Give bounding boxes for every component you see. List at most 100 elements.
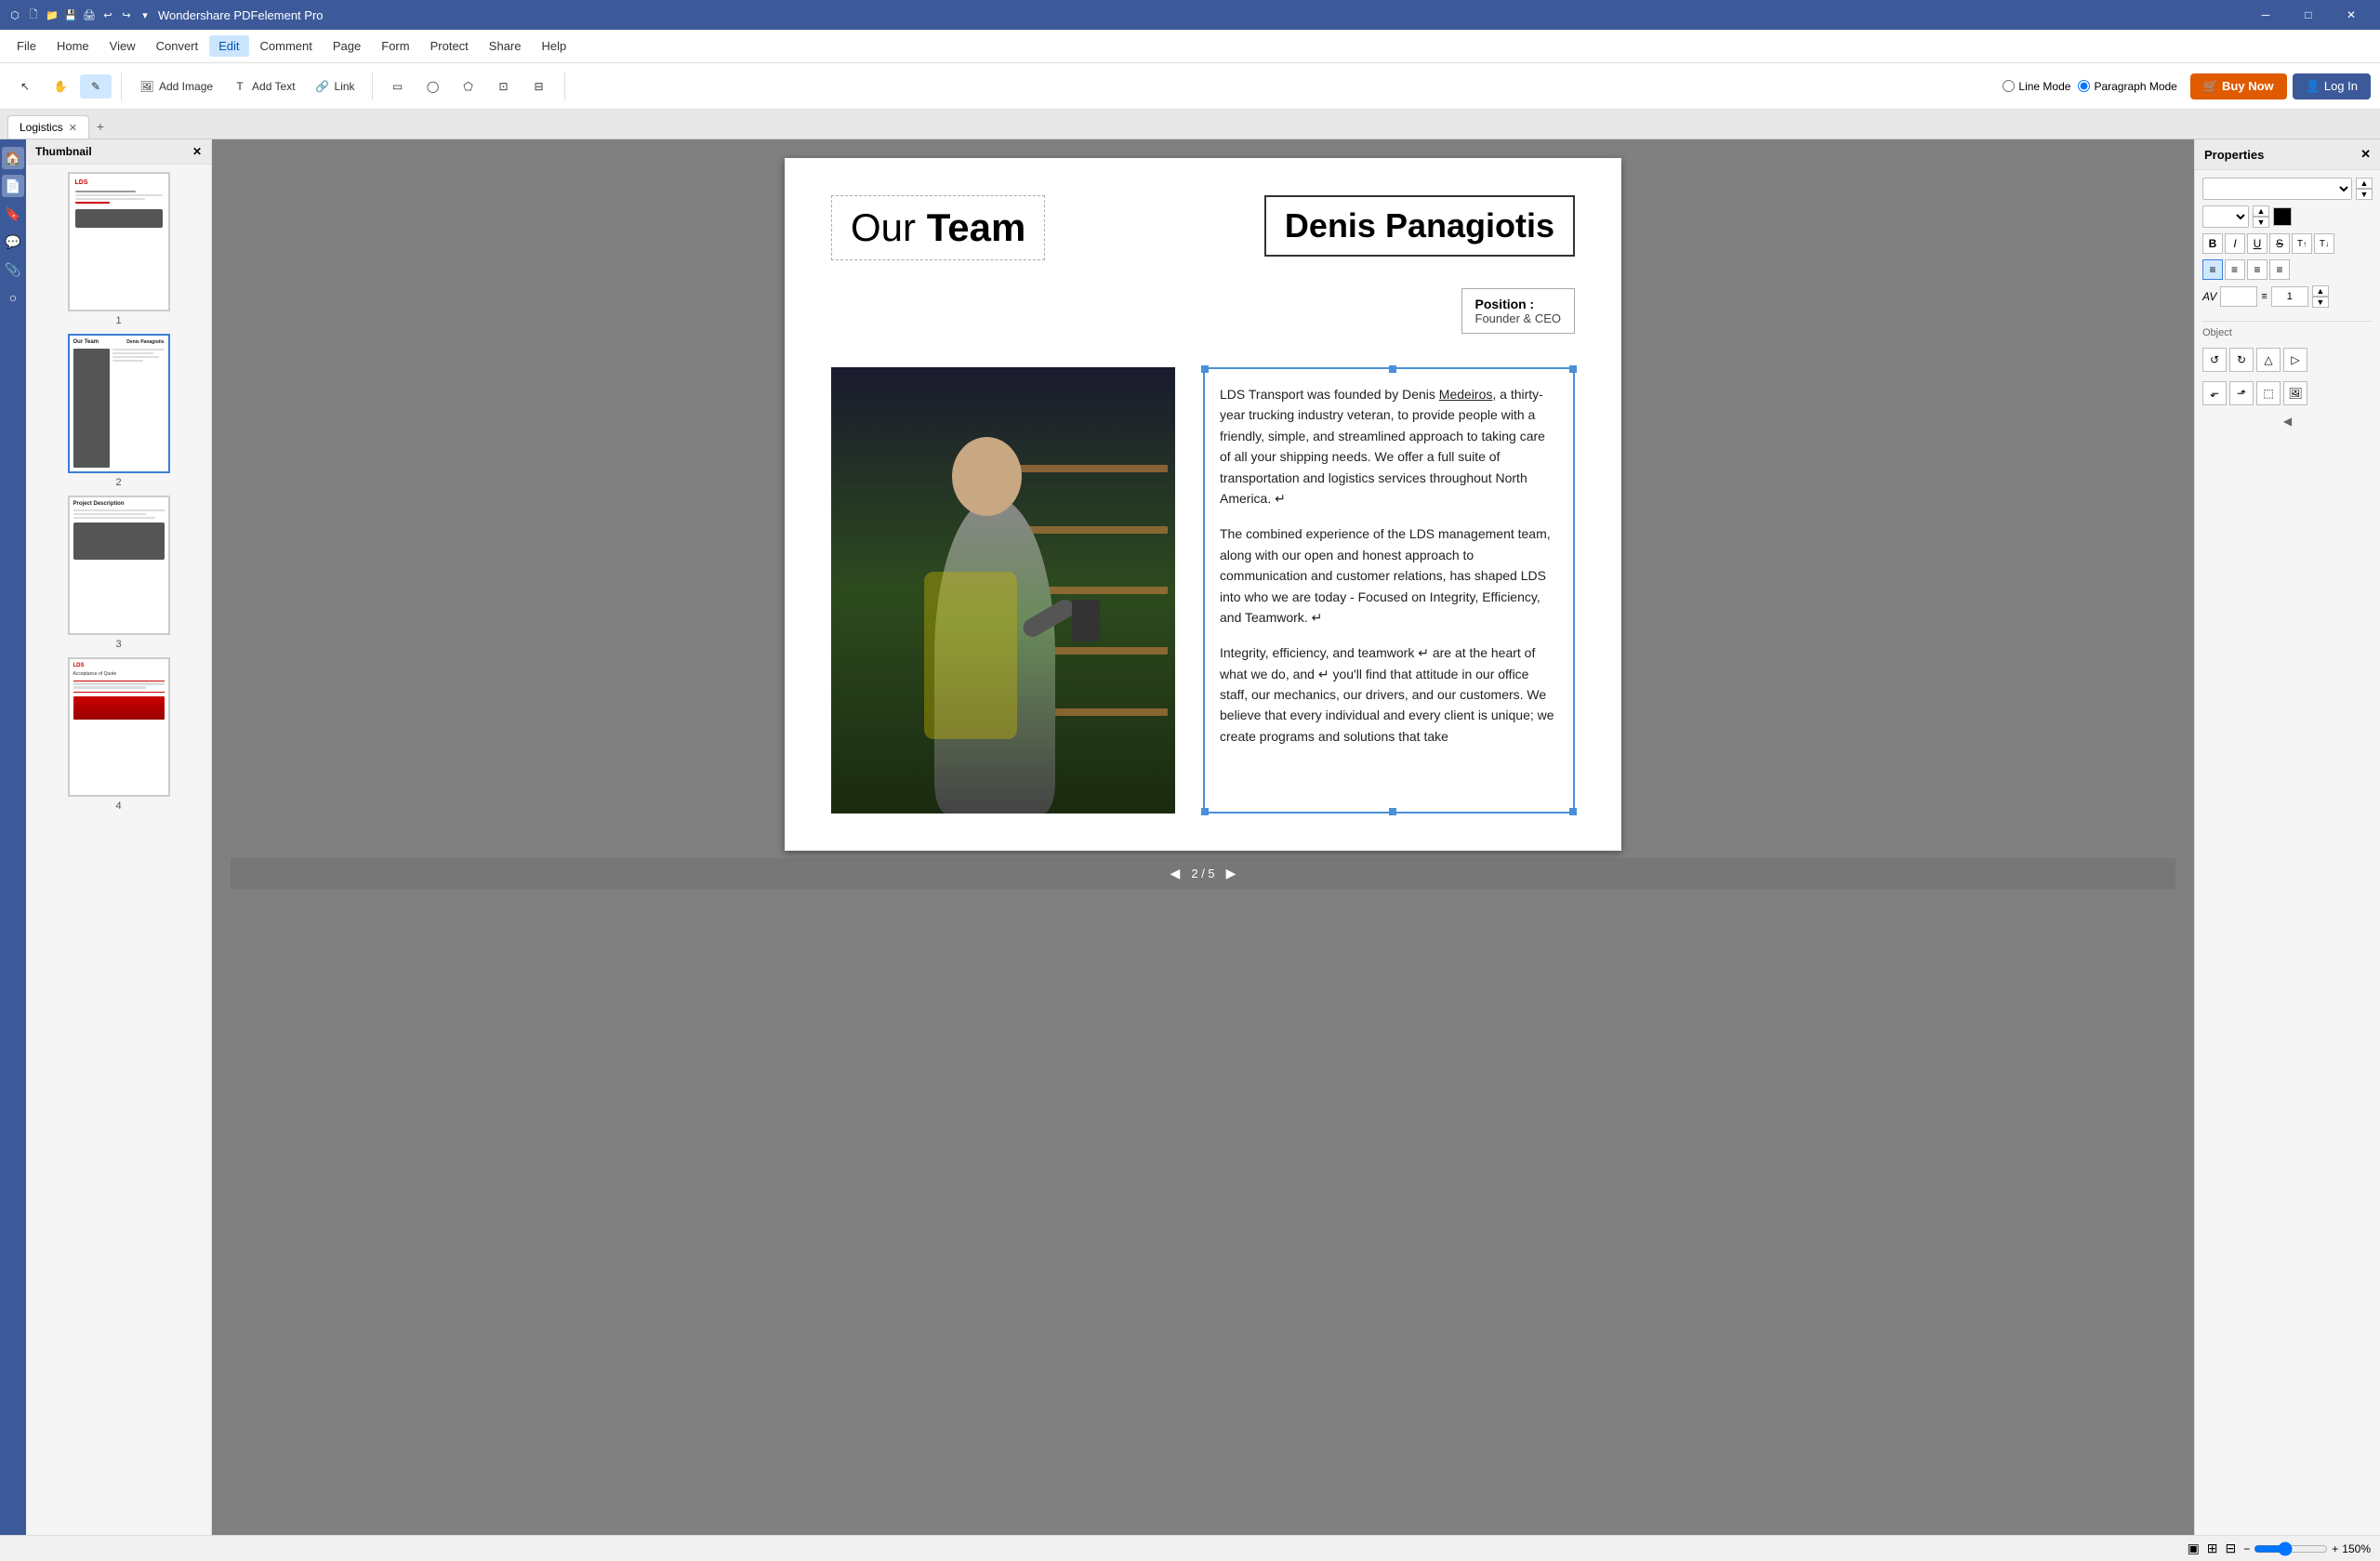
flip-v-button[interactable]: △ — [2256, 348, 2281, 372]
align-justify-button[interactable]: ≡ — [2269, 259, 2290, 280]
minimize-button[interactable]: ─ — [2244, 0, 2287, 30]
tab-close-icon[interactable]: ✕ — [69, 122, 77, 134]
font-down-button[interactable]: ▼ — [2356, 189, 2373, 200]
comment-sidebar-icon[interactable]: 💬 — [2, 231, 24, 253]
close-button[interactable]: ✕ — [2330, 0, 2373, 30]
menu-help[interactable]: Help — [533, 35, 576, 57]
menu-file[interactable]: File — [7, 35, 46, 57]
zoom-in-icon[interactable]: + — [2332, 1542, 2338, 1555]
dropdown-icon[interactable]: ▾ — [138, 7, 152, 22]
single-page-view-icon[interactable]: ▣ — [2188, 1541, 2200, 1556]
font-size-down-button[interactable]: ▼ — [2253, 217, 2269, 228]
align-center-button[interactable]: ≡ — [2225, 259, 2245, 280]
flip-h-button[interactable]: ▷ — [2283, 348, 2307, 372]
menu-home[interactable]: Home — [47, 35, 99, 57]
page-sidebar-icon[interactable]: 📄 — [2, 175, 24, 197]
thumbnail-page-2[interactable]: Our Team Denis Panagiotis — [33, 334, 204, 488]
menu-share[interactable]: Share — [480, 35, 531, 57]
add-tab-button[interactable]: + — [89, 114, 112, 139]
position-box[interactable]: Position : Founder & CEO — [1461, 288, 1576, 334]
add-image-button[interactable]: 🖼 Add Image — [131, 74, 220, 99]
align-right-button[interactable]: ≡ — [2247, 259, 2268, 280]
hand-tool-button[interactable]: ✋ — [45, 74, 76, 99]
pdf-text-box[interactable]: LDS Transport was founded by Denis Medei… — [1203, 367, 1575, 814]
image-replace-button[interactable]: 🖼 — [2283, 381, 2307, 405]
crop-button[interactable]: ⬚ — [2256, 381, 2281, 405]
line-mode-radio[interactable]: Line Mode — [2003, 80, 2070, 93]
paragraph-mode-input[interactable] — [2078, 80, 2090, 92]
our-team-box[interactable]: Our Our Team Team — [831, 195, 1045, 260]
superscript-button[interactable]: T↑ — [2292, 233, 2312, 254]
line-spacing-down[interactable]: ▼ — [2312, 297, 2329, 308]
attachment-sidebar-icon[interactable]: 📎 — [2, 258, 24, 281]
rect-tool-button[interactable]: ▭ — [382, 74, 414, 99]
bold-button[interactable]: B — [2202, 233, 2223, 254]
line-spacing-up[interactable]: ▲ — [2312, 285, 2329, 297]
rotate-ccw-button[interactable]: ↺ — [2202, 348, 2227, 372]
properties-content: ▲ ▼ ▲ ▼ B I U S T↑ — [2195, 170, 2380, 435]
tab-logistics[interactable]: Logistics ✕ — [7, 115, 89, 139]
double-page-view-icon[interactable]: ⊞ — [2207, 1541, 2218, 1556]
ellipse-tool-button[interactable]: ◯ — [417, 74, 449, 99]
poly-tool-button[interactable]: ⬠ — [453, 74, 484, 99]
header-tool-button[interactable]: ⊡ — [488, 74, 520, 99]
italic-button[interactable]: I — [2225, 233, 2245, 254]
folder-open-icon[interactable]: 📁 — [45, 7, 60, 22]
line-mode-input[interactable] — [2003, 80, 2015, 92]
home-sidebar-icon[interactable]: 🏠 — [2, 147, 24, 169]
thumbnail-close-icon[interactable]: ✕ — [192, 145, 202, 158]
align-bottom-left-button[interactable]: ⬐ — [2202, 381, 2227, 405]
select-tool-button[interactable]: ↖ — [9, 74, 41, 99]
log-in-button[interactable]: 👤 Log In — [2293, 73, 2371, 99]
edit-text-button[interactable]: ✎ — [80, 74, 112, 99]
menu-view[interactable]: View — [100, 35, 145, 57]
buy-now-button[interactable]: 🛒 Buy Now — [2190, 73, 2287, 99]
underline-button[interactable]: U — [2247, 233, 2268, 254]
subscript-button[interactable]: T↓ — [2314, 233, 2334, 254]
file-new-icon[interactable]: 🗋 — [26, 7, 41, 22]
properties-close-icon[interactable]: ✕ — [2360, 147, 2371, 162]
font-up-button[interactable]: ▲ — [2356, 178, 2373, 189]
undo-icon[interactable]: ↩ — [100, 7, 115, 22]
thumbnail-page-1[interactable]: LDS 1 — [33, 172, 204, 326]
font-size-up-button[interactable]: ▲ — [2253, 205, 2269, 217]
char-spacing-input[interactable] — [2220, 286, 2257, 307]
menu-protect[interactable]: Protect — [421, 35, 478, 57]
title-bar-left: ⬡ 🗋 📁 💾 🖨 ↩ ↪ ▾ Wondershare PDFelement P… — [7, 7, 324, 22]
rotate-cw-button[interactable]: ↻ — [2229, 348, 2254, 372]
print-icon[interactable]: 🖨 — [82, 7, 97, 22]
paragraph-mode-radio[interactable]: Paragraph Mode — [2078, 80, 2176, 93]
align-bottom-right-button[interactable]: ⬏ — [2229, 381, 2254, 405]
thumbnail-page-4[interactable]: LDS Acceptance of Quote 4 — [33, 657, 204, 812]
thumbnail-page-3[interactable]: Project Description 3 — [33, 496, 204, 650]
zoom-out-icon[interactable]: − — [2243, 1542, 2250, 1555]
font-size-select[interactable] — [2202, 205, 2249, 228]
zoom-slider[interactable] — [2254, 1541, 2328, 1556]
strikethrough-button[interactable]: S — [2269, 233, 2290, 254]
redo-icon[interactable]: ↪ — [119, 7, 134, 22]
menu-page[interactable]: Page — [324, 35, 370, 57]
link-button[interactable]: 🔗 Link — [307, 74, 363, 99]
maximize-button[interactable]: □ — [2287, 0, 2330, 30]
font-name-select[interactable] — [2202, 178, 2352, 200]
font-size-arrows: ▲ ▼ — [2253, 205, 2269, 228]
text-color-swatch[interactable] — [2273, 207, 2292, 226]
menu-comment[interactable]: Comment — [251, 35, 322, 57]
prev-page-button[interactable]: ◀ — [1170, 866, 1181, 881]
footer-tool-button[interactable]: ⊟ — [523, 74, 555, 99]
menu-form[interactable]: Form — [372, 35, 418, 57]
save-icon[interactable]: 💾 — [63, 7, 78, 22]
pdf-name-box[interactable]: Denis Panagiotis — [1264, 195, 1575, 257]
menu-convert[interactable]: Convert — [147, 35, 208, 57]
align-left-button[interactable]: ≡ — [2202, 259, 2223, 280]
next-page-button[interactable]: ▶ — [1226, 866, 1236, 881]
add-text-button[interactable]: T Add Text — [224, 74, 302, 99]
signature-sidebar-icon[interactable]: ○ — [2, 286, 24, 309]
bookmark-sidebar-icon[interactable]: 🔖 — [2, 203, 24, 225]
thumbnail-num-4: 4 — [115, 800, 121, 812]
multi-page-view-icon[interactable]: ⊟ — [2226, 1541, 2237, 1556]
line-spacing-input[interactable] — [2271, 286, 2308, 307]
properties-collapse[interactable]: ◀ — [2202, 415, 2373, 428]
menu-edit[interactable]: Edit — [209, 35, 248, 57]
menu-bar: File Home View Convert Edit Comment Page… — [0, 30, 2380, 63]
